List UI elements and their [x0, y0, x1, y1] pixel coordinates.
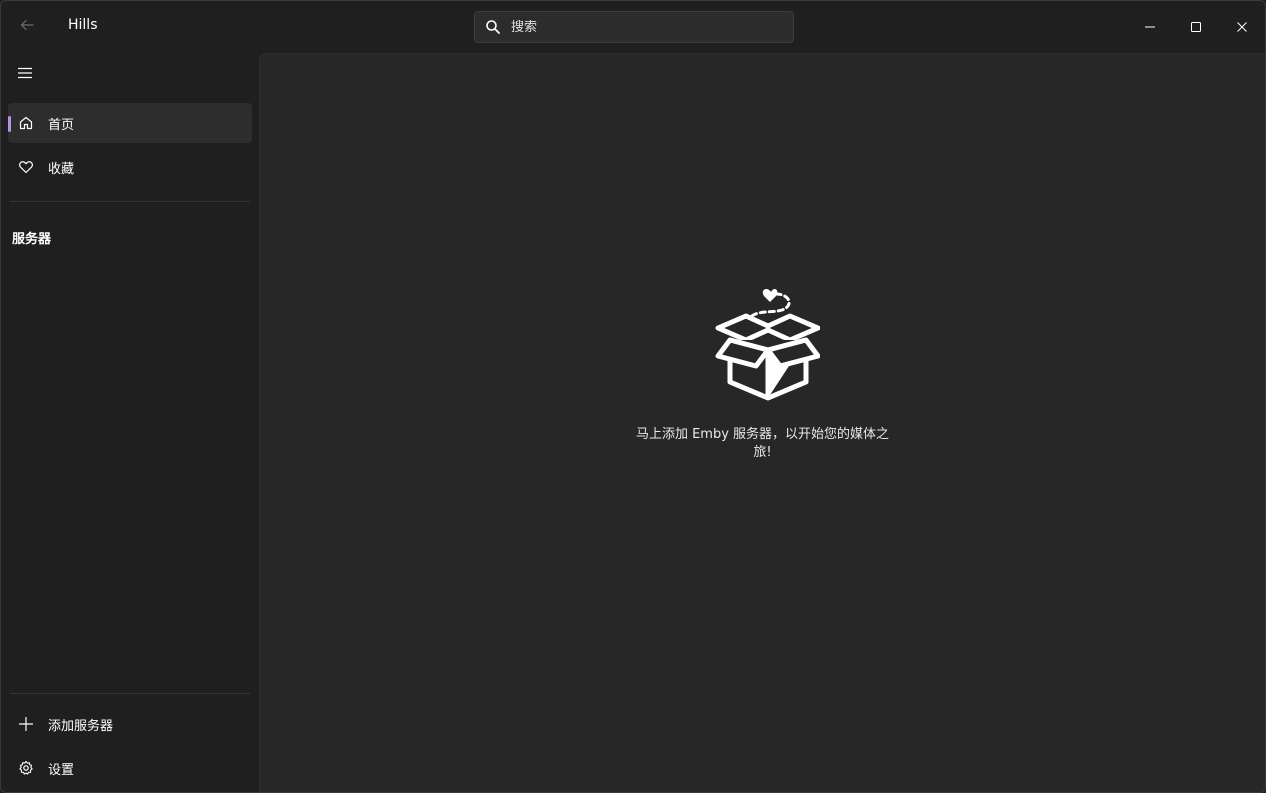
empty-state: 马上添加 Emby 服务器，以开始您的媒体之旅!: [260, 280, 1265, 462]
window-controls: [1127, 1, 1265, 53]
sidebar-item-add-server[interactable]: 添加服务器: [8, 704, 252, 744]
maximize-icon: [1191, 22, 1201, 32]
empty-state-message: 马上添加 Emby 服务器，以开始您的媒体之旅!: [635, 427, 890, 460]
search-input[interactable]: [511, 19, 793, 35]
sidebar: 首页 收藏 服务器 添加服务器 设置: [1, 53, 259, 792]
hamburger-icon: [17, 67, 33, 79]
sidebar-item-home[interactable]: 首页: [8, 103, 252, 143]
main-content: 马上添加 Emby 服务器，以开始您的媒体之旅!: [259, 53, 1265, 792]
menu-toggle-button[interactable]: [9, 57, 41, 89]
search-icon: [485, 19, 501, 35]
servers-section-header: 服务器: [12, 232, 52, 247]
sidebar-item-label: 添加服务器: [48, 718, 114, 734]
app-title: Hills: [68, 17, 98, 33]
sidebar-item-settings[interactable]: 设置: [8, 748, 252, 788]
plus-icon: [18, 716, 34, 732]
app-window: Hills 搜索 首页 收藏 服务器 添加服务器 设置 马上添加 Emby 服务…: [0, 0, 1266, 793]
minimize-icon: [1145, 26, 1155, 28]
title-bar: Hills: [1, 1, 1265, 53]
sidebar-footer-divider: [10, 693, 250, 694]
heart-icon: [18, 159, 34, 175]
selection-indicator: [8, 116, 11, 132]
home-icon: [18, 115, 34, 131]
close-icon: [1237, 22, 1247, 32]
sidebar-item-label: 设置: [48, 762, 75, 778]
sidebar-item-label: 首页: [48, 117, 75, 133]
back-button[interactable]: [11, 9, 43, 41]
sidebar-divider: [10, 201, 250, 202]
close-button[interactable]: [1219, 1, 1265, 53]
maximize-button[interactable]: [1173, 1, 1219, 53]
search-box[interactable]: [474, 11, 794, 43]
sidebar-item-label: 收藏: [48, 161, 75, 177]
minimize-button[interactable]: [1127, 1, 1173, 53]
sidebar-item-favorites[interactable]: 收藏: [8, 147, 252, 187]
arrow-left-icon: [20, 19, 34, 31]
open-box-icon: [710, 280, 820, 404]
gear-icon: [18, 760, 34, 776]
